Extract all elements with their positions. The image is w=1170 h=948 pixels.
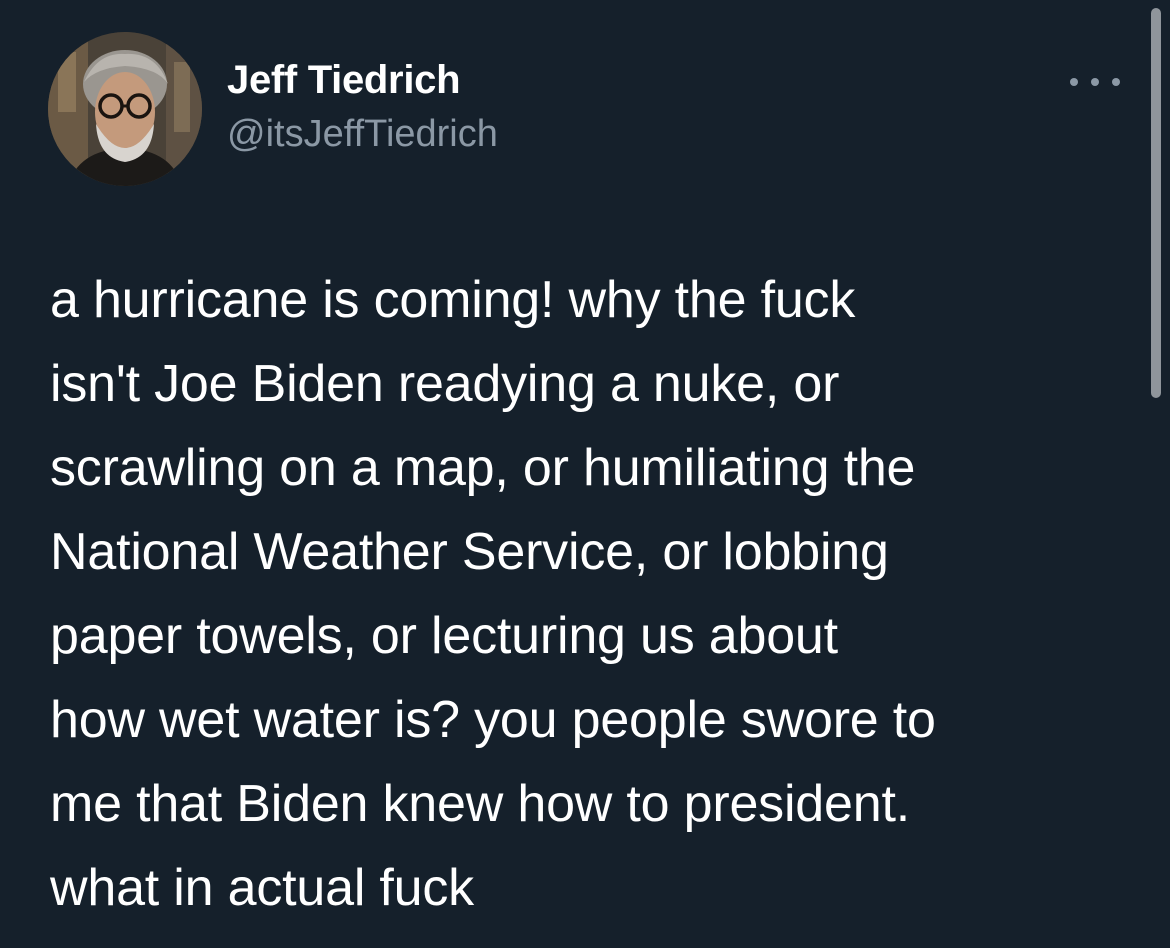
more-dot [1091,78,1099,86]
author-name[interactable]: Jeff Tiedrich [227,58,461,103]
tweet-text-line: National Weather Service, or lobbing [50,523,889,581]
author-handle[interactable]: @itsJeffTiedrich [227,113,498,156]
author-avatar[interactable] [48,32,202,186]
more-options-icon[interactable] [1070,70,1120,94]
more-dot [1070,78,1078,86]
tweet-text-line: isn't Joe Biden readying a nuke, or [50,355,840,413]
tweet-text: a hurricane is coming! why the fuck isn'… [50,258,1130,930]
more-dot [1112,78,1120,86]
tweet-text-line: a hurricane is coming! why the fuck [50,271,856,329]
tweet-text-line: scrawling on a map, or humiliating the [50,439,916,497]
tweet-text-line: what in actual fuck [50,859,474,917]
scrollbar-thumb[interactable] [1151,8,1161,398]
tweet-card: Jeff Tiedrich @itsJeffTiedrich a hurrica… [0,0,1170,948]
tweet-text-line: paper towels, or lecturing us about [50,607,838,665]
tweet-text-line: me that Biden knew how to president. [50,775,910,833]
tweet-text-line: how wet water is? you people swore to [50,691,936,749]
